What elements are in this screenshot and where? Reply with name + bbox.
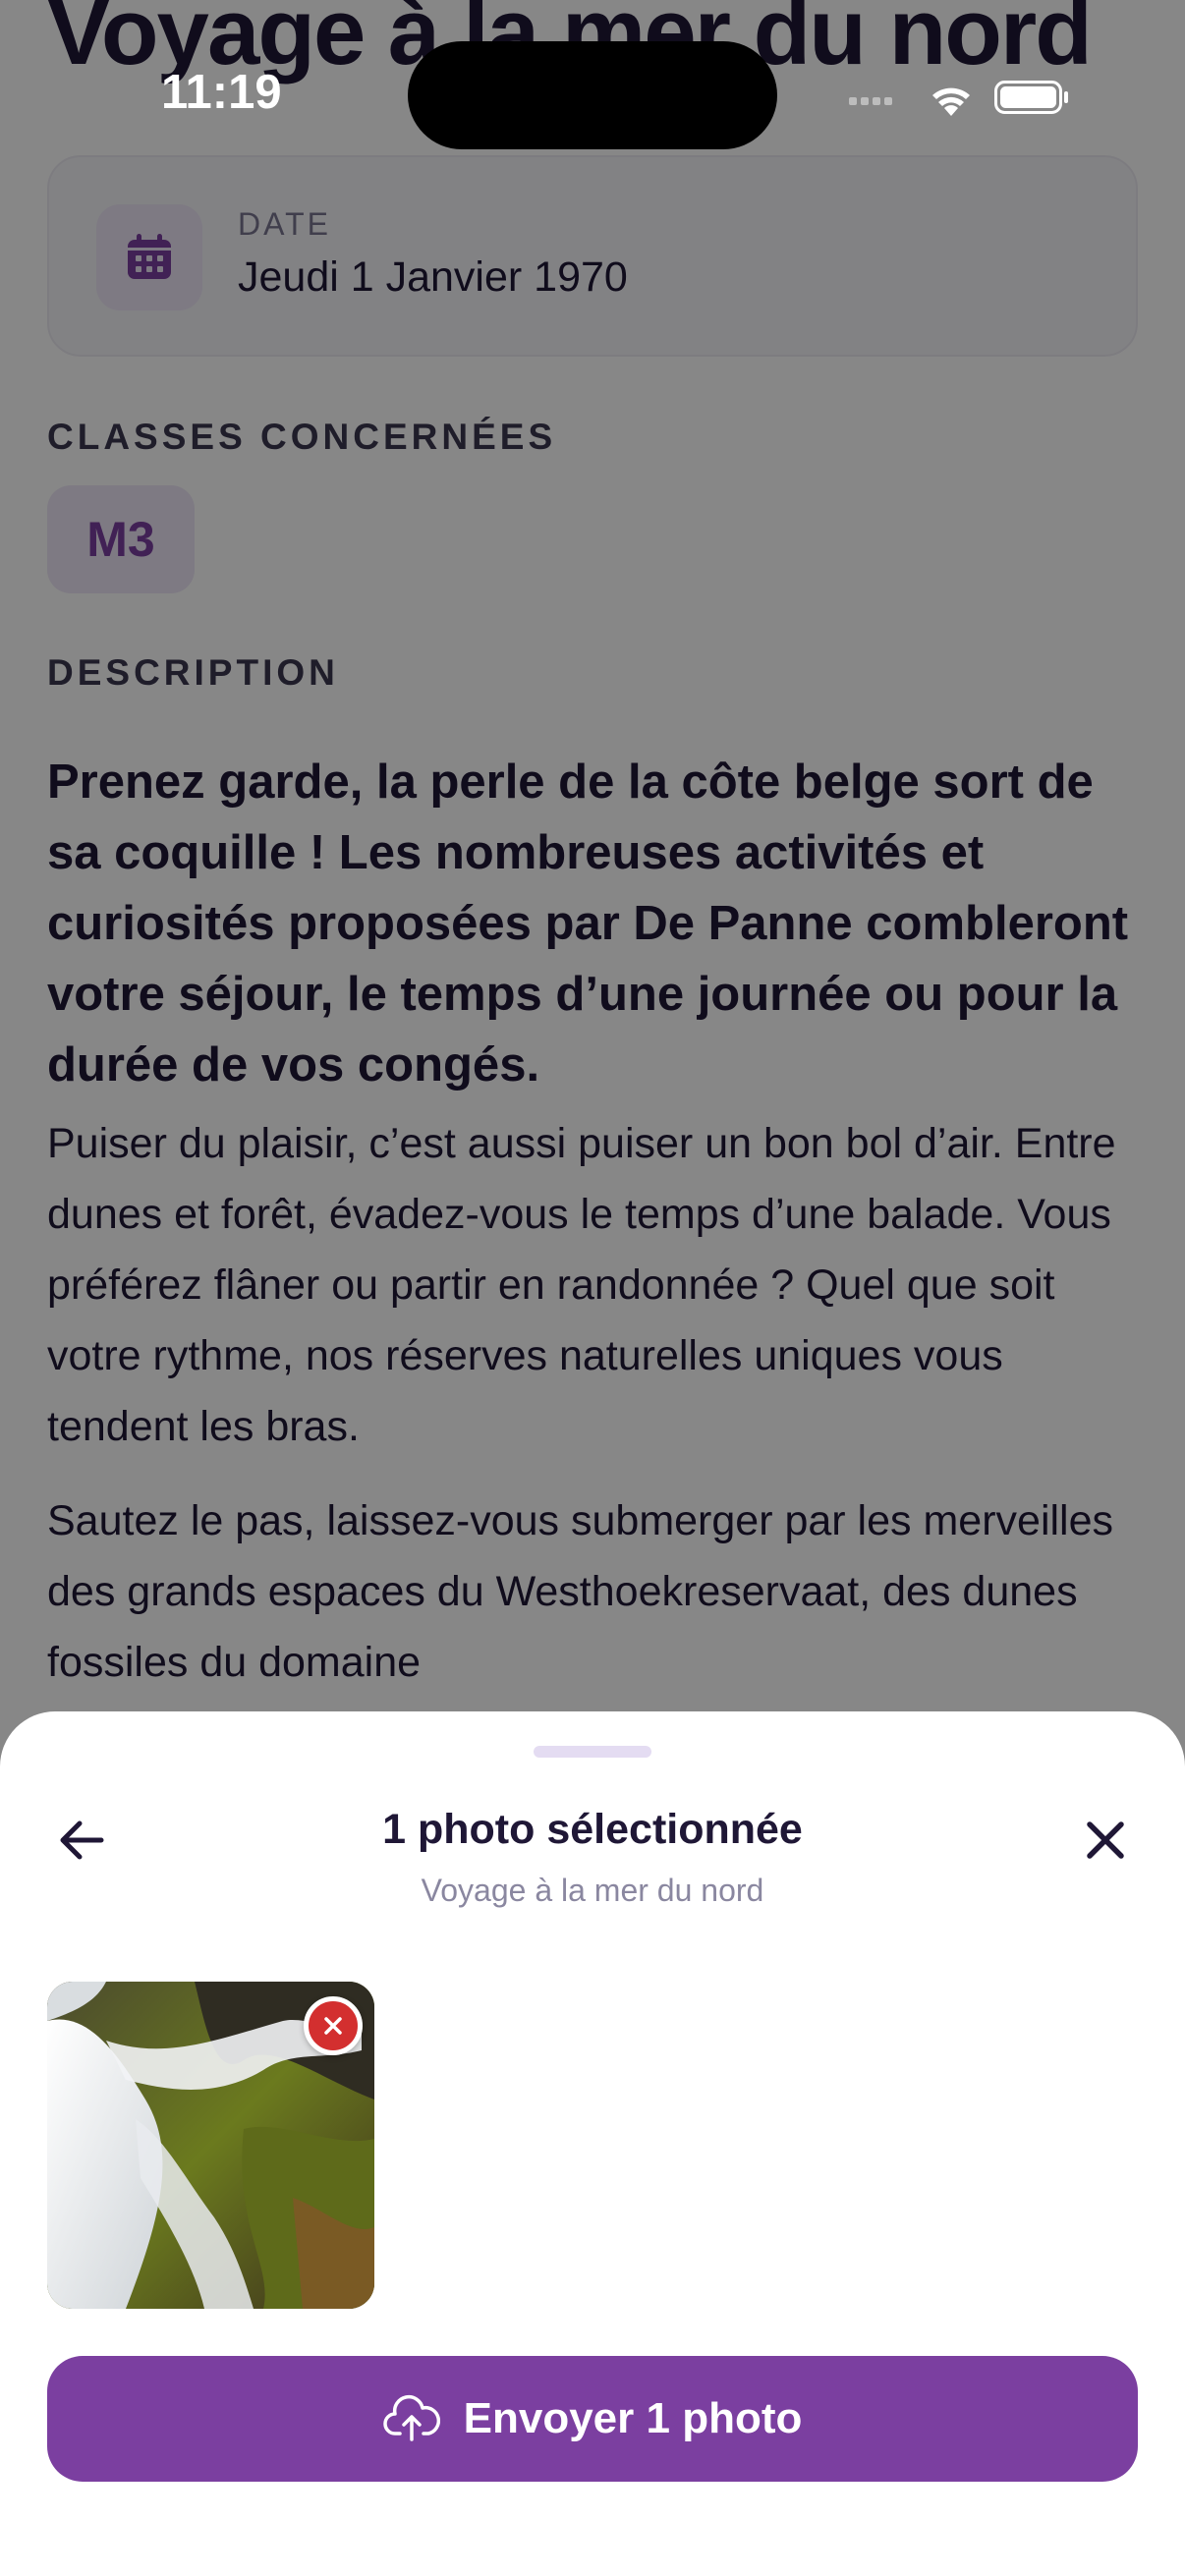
send-photos-button[interactable]: Envoyer 1 photo [47,2356,1138,2482]
close-icon [324,2017,342,2035]
cloud-upload-icon [382,2395,440,2441]
wifi-icon [932,87,970,116]
photo-upload-sheet: 1 photo sélectionnée Voyage à la mer du … [0,1711,1185,2576]
sheet-title: 1 photo sélectionnée [382,1806,803,1853]
close-icon [1087,1821,1124,1859]
screen: Voyage à la mer du nord [0,0,1185,2576]
battery-icon [994,81,1068,114]
close-button[interactable] [1071,1806,1140,1875]
cellular-signal-icon [849,97,892,105]
send-button-label: Envoyer 1 photo [463,2394,803,2442]
status-time: 11:19 [161,66,282,119]
status-icons [847,73,1083,122]
sheet-drag-handle[interactable] [534,1746,651,1758]
dynamic-island [408,41,777,149]
remove-photo-button[interactable] [304,1996,363,2055]
sheet-subtitle: Voyage à la mer du nord [421,1873,764,1908]
